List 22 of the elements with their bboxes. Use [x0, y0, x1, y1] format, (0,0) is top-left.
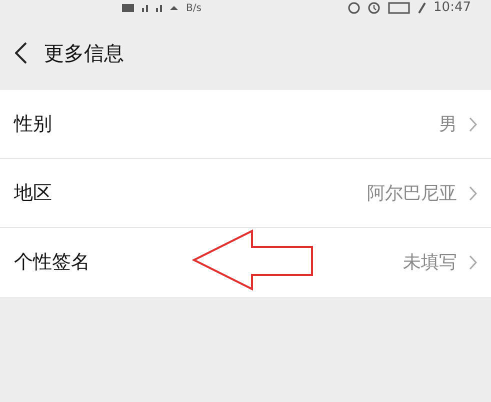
clock-icon [368, 2, 380, 14]
row-value: 男 [439, 112, 457, 136]
status-time: 10:47 [434, 0, 471, 18]
list-row[interactable]: 个性签名 未填写 [0, 228, 491, 297]
row-value: 未填写 [403, 251, 457, 275]
list-row[interactable]: 性别 男 [0, 90, 491, 159]
signal-icon [156, 4, 162, 12]
page-title: 更多信息 [44, 40, 124, 67]
chevron-icon [469, 255, 477, 270]
arrow-icon [192, 229, 316, 291]
back-icon [15, 42, 27, 64]
row-label: 地区 [14, 180, 52, 206]
signal-icon [142, 4, 148, 12]
list-row[interactable]: 地区 阿尔巴尼亚 [0, 159, 491, 228]
row-label: 个性签名 [14, 250, 90, 276]
row-value: 阿尔巴尼亚 [367, 182, 457, 206]
row-label: 性别 [14, 112, 52, 137]
network-speed: B/s [186, 2, 202, 16]
chevron-icon [469, 116, 477, 132]
battery-icon [388, 2, 410, 14]
chevron-icon [469, 186, 477, 200]
wifi-icon [170, 6, 178, 10]
